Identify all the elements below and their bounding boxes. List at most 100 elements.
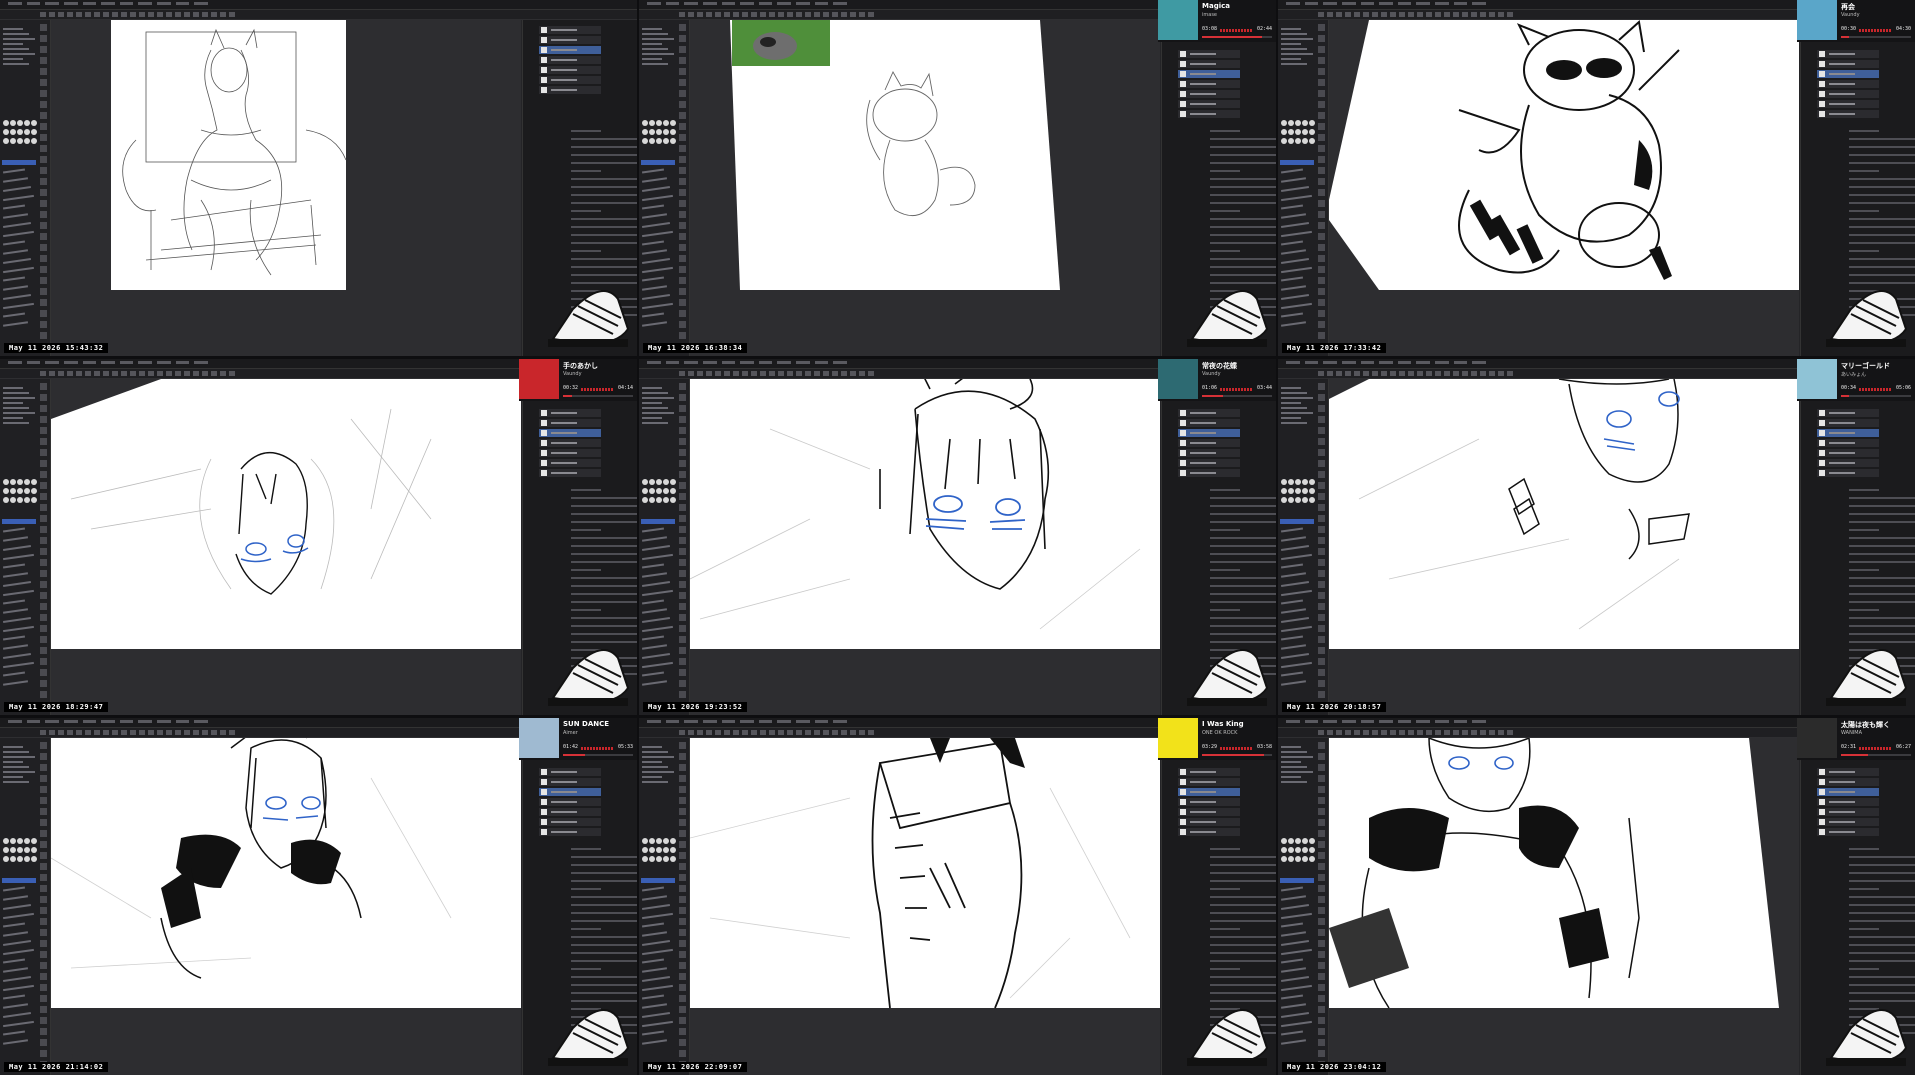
brush-stroke-preview[interactable] bbox=[1280, 671, 1304, 677]
brush-size-icon[interactable] bbox=[1309, 497, 1315, 503]
brush-stroke-preview[interactable] bbox=[641, 240, 665, 246]
brush-size-icon[interactable] bbox=[24, 129, 30, 135]
tool-icon[interactable] bbox=[679, 460, 686, 467]
brush-stroke-preview[interactable] bbox=[1281, 625, 1312, 633]
brush-stroke-preview[interactable] bbox=[641, 895, 668, 901]
brush-size-icon[interactable] bbox=[17, 847, 23, 853]
brush-size-icon[interactable] bbox=[31, 497, 37, 503]
tool-icon[interactable] bbox=[679, 394, 686, 401]
tool-icon[interactable] bbox=[1318, 808, 1325, 815]
layer-row[interactable] bbox=[1178, 459, 1240, 467]
brush-size-icon[interactable] bbox=[31, 488, 37, 494]
layer-row[interactable] bbox=[539, 798, 601, 806]
layer-row[interactable] bbox=[1817, 80, 1879, 88]
tool-icon[interactable] bbox=[40, 200, 47, 207]
brush-size-icon[interactable] bbox=[663, 856, 669, 862]
tool-icon[interactable] bbox=[679, 548, 686, 555]
brush-size-icon[interactable] bbox=[656, 479, 662, 485]
tool-icon[interactable] bbox=[40, 775, 47, 782]
tool-icon[interactable] bbox=[679, 841, 686, 848]
brush-stroke-preview[interactable] bbox=[1280, 213, 1307, 219]
layer-row[interactable] bbox=[1178, 808, 1240, 816]
brush-size-icon[interactable] bbox=[649, 120, 655, 126]
brush-stroke-preview[interactable] bbox=[642, 302, 673, 310]
tool-icon[interactable] bbox=[679, 244, 686, 251]
brush-size-icon[interactable] bbox=[24, 138, 30, 144]
brush-size-icon[interactable] bbox=[1288, 497, 1294, 503]
tool-icon[interactable] bbox=[40, 482, 47, 489]
layer-row[interactable] bbox=[1178, 50, 1240, 58]
brush-size-icon[interactable] bbox=[670, 847, 676, 853]
brush-stroke-preview[interactable] bbox=[1280, 563, 1304, 569]
tool-icon[interactable] bbox=[40, 515, 47, 522]
tool-icon[interactable] bbox=[40, 266, 47, 273]
brush-size-icon[interactable] bbox=[10, 479, 16, 485]
brush-stroke-preview[interactable] bbox=[2, 599, 26, 605]
brush-size-icon[interactable] bbox=[1295, 497, 1301, 503]
brush-size-icon[interactable] bbox=[670, 129, 676, 135]
brush-size-icon[interactable] bbox=[642, 847, 648, 853]
tool-icon[interactable] bbox=[40, 68, 47, 75]
brush-stroke-preview[interactable] bbox=[2, 653, 32, 659]
tool-icon[interactable] bbox=[679, 995, 686, 1002]
brush-size-icon[interactable] bbox=[649, 856, 655, 862]
tool-icon[interactable] bbox=[1318, 764, 1325, 771]
brush-stroke-preview[interactable] bbox=[1280, 608, 1307, 614]
brush-stroke-preview[interactable] bbox=[1281, 948, 1312, 956]
tool-icon[interactable] bbox=[1318, 35, 1325, 42]
tool-icon[interactable] bbox=[679, 691, 686, 698]
brush-stroke-preview[interactable] bbox=[2, 1039, 29, 1045]
tool-icon[interactable] bbox=[1318, 962, 1325, 969]
brush-stroke-preview[interactable] bbox=[642, 661, 673, 669]
layer-row[interactable] bbox=[539, 808, 601, 816]
brush-size-icon[interactable] bbox=[670, 120, 676, 126]
tool-icon[interactable] bbox=[679, 471, 686, 478]
brush-stroke-preview[interactable] bbox=[1280, 222, 1310, 228]
brush-stroke-preview[interactable] bbox=[2, 572, 29, 578]
tool-palette[interactable] bbox=[639, 379, 690, 715]
tool-icon[interactable] bbox=[1318, 321, 1325, 328]
tool-icon[interactable] bbox=[1318, 592, 1325, 599]
tool-icon[interactable] bbox=[1318, 383, 1325, 390]
layer-row[interactable] bbox=[1178, 818, 1240, 826]
tool-icon[interactable] bbox=[40, 383, 47, 390]
tool-icon[interactable] bbox=[679, 233, 686, 240]
brush-size-icon[interactable] bbox=[17, 497, 23, 503]
brush-size-icon[interactable] bbox=[1302, 479, 1308, 485]
layer-row[interactable] bbox=[1178, 449, 1240, 457]
brush-stroke-preview[interactable] bbox=[1281, 984, 1312, 992]
tool-palette[interactable] bbox=[0, 20, 51, 356]
brush-stroke-preview[interactable] bbox=[2, 976, 32, 982]
brush-stroke-preview[interactable] bbox=[641, 994, 665, 1000]
tool-icon[interactable] bbox=[40, 57, 47, 64]
brush-size-icon[interactable] bbox=[10, 138, 16, 144]
brush-stroke-preview[interactable] bbox=[1280, 1012, 1310, 1018]
brush-size-icon[interactable] bbox=[1309, 138, 1315, 144]
brush-stroke-preview[interactable] bbox=[2, 177, 29, 183]
brush-size-icon[interactable] bbox=[663, 847, 669, 853]
brush-size-icon[interactable] bbox=[1295, 479, 1301, 485]
tool-icon[interactable] bbox=[1318, 669, 1325, 676]
brush-stroke-preview[interactable] bbox=[641, 940, 671, 946]
tool-icon[interactable] bbox=[679, 753, 686, 760]
tool-icon[interactable] bbox=[679, 929, 686, 936]
brush-stroke-preview[interactable] bbox=[1280, 285, 1307, 291]
brush-size-icon[interactable] bbox=[663, 488, 669, 494]
tool-icon[interactable] bbox=[1318, 918, 1325, 925]
brush-size-icon[interactable] bbox=[656, 488, 662, 494]
tool-icon[interactable] bbox=[1318, 460, 1325, 467]
tool-icon[interactable] bbox=[679, 515, 686, 522]
brush-stroke-preview[interactable] bbox=[2, 258, 32, 264]
drawing-canvas[interactable] bbox=[1329, 738, 1799, 1075]
tool-icon[interactable] bbox=[1318, 1017, 1325, 1024]
tool-icon[interactable] bbox=[1318, 277, 1325, 284]
brush-stroke-preview[interactable] bbox=[642, 984, 673, 992]
tool-icon[interactable] bbox=[679, 482, 686, 489]
tool-icon[interactable] bbox=[679, 570, 686, 577]
tool-icon[interactable] bbox=[40, 592, 47, 599]
brush-size-icon[interactable] bbox=[1302, 488, 1308, 494]
brush-stroke-preview[interactable] bbox=[641, 1003, 668, 1009]
brush-stroke-preview[interactable] bbox=[1280, 177, 1307, 183]
brush-size-icon[interactable] bbox=[649, 838, 655, 844]
tool-icon[interactable] bbox=[679, 383, 686, 390]
